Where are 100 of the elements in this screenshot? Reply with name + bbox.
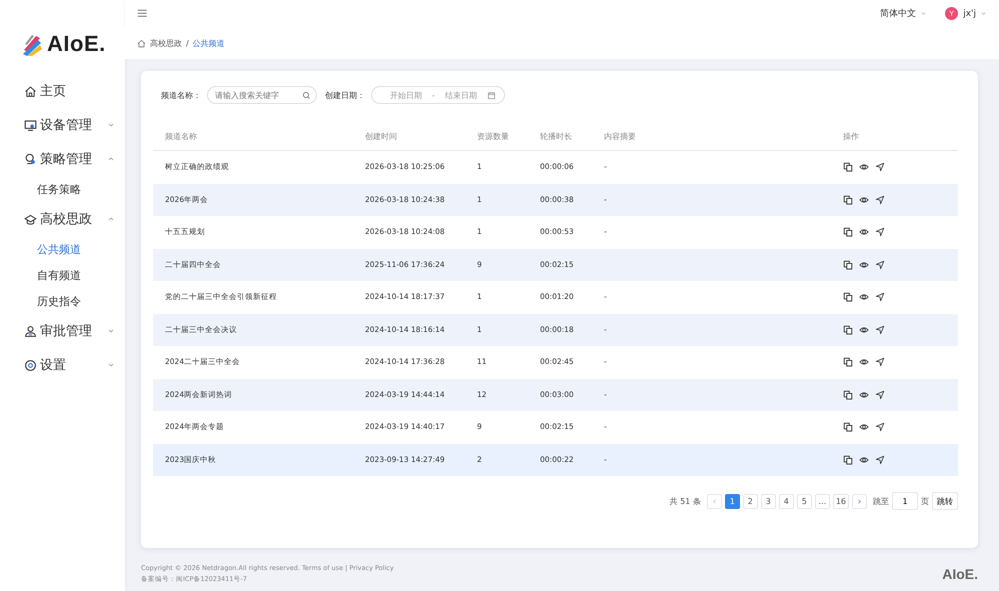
sidebar-subitem[interactable]: 公共频道 bbox=[0, 236, 125, 262]
send-button[interactable] bbox=[875, 227, 885, 238]
calendar-icon bbox=[486, 90, 496, 100]
eye-button[interactable] bbox=[859, 454, 869, 465]
chevron-right-icon bbox=[856, 498, 863, 504]
eye-button[interactable] bbox=[859, 292, 869, 302]
eye-button[interactable] bbox=[859, 324, 869, 335]
user-name[interactable]: jx'j bbox=[963, 8, 976, 18]
send-icon bbox=[875, 357, 885, 368]
copy-icon bbox=[843, 292, 853, 302]
copy-icon bbox=[843, 227, 853, 238]
eye-button[interactable] bbox=[859, 194, 869, 205]
eye-button[interactable] bbox=[859, 390, 869, 400]
send-icon bbox=[875, 454, 885, 465]
send-icon bbox=[875, 227, 885, 238]
send-button[interactable] bbox=[875, 292, 885, 302]
send-icon bbox=[875, 324, 885, 335]
eye-icon bbox=[859, 292, 869, 302]
column-header: 频道名称 bbox=[165, 132, 198, 142]
eye-icon bbox=[859, 194, 869, 205]
copy-button[interactable] bbox=[843, 292, 853, 302]
send-button[interactable] bbox=[875, 454, 885, 465]
page-button[interactable]: 5 bbox=[796, 494, 812, 508]
send-button[interactable] bbox=[875, 194, 885, 205]
page-button[interactable]: 1 bbox=[724, 494, 740, 508]
breadcrumb-separator: / bbox=[186, 38, 189, 48]
copy-button[interactable] bbox=[843, 324, 853, 335]
chevron-down-icon bbox=[920, 10, 928, 17]
home-icon bbox=[24, 84, 37, 98]
send-button[interactable] bbox=[875, 357, 885, 368]
logo-text: AIoE. bbox=[47, 31, 106, 57]
sidebar-item[interactable]: 主页 bbox=[0, 74, 125, 108]
copy-button[interactable] bbox=[843, 390, 853, 400]
column-header: 轮播时长 bbox=[540, 132, 573, 142]
eye-button[interactable] bbox=[859, 162, 869, 172]
sidebar-subitem[interactable]: 自有频道 bbox=[0, 262, 125, 288]
eye-button[interactable] bbox=[859, 227, 869, 238]
page-input[interactable]: 1 bbox=[892, 492, 918, 510]
sidebar-item[interactable]: 审批管理 bbox=[0, 314, 125, 348]
send-icon bbox=[875, 260, 885, 270]
chevron-down-icon bbox=[107, 121, 115, 129]
sidebar-item[interactable]: 设备管理 bbox=[0, 108, 125, 142]
page-button[interactable]: 16 bbox=[832, 494, 849, 508]
send-button[interactable] bbox=[875, 324, 885, 335]
copy-button[interactable] bbox=[843, 162, 853, 172]
chevron-up-icon bbox=[107, 155, 115, 163]
footer-logo: AIoE. bbox=[942, 566, 978, 582]
copy-button[interactable] bbox=[843, 454, 853, 465]
copy-icon bbox=[843, 357, 853, 368]
copy-button[interactable] bbox=[843, 260, 853, 270]
copy-button[interactable] bbox=[843, 227, 853, 238]
send-button[interactable] bbox=[875, 260, 885, 270]
page-button[interactable]: … bbox=[814, 494, 830, 508]
chevron-down-icon bbox=[107, 327, 115, 335]
send-icon bbox=[875, 292, 885, 302]
graduation-cap-icon bbox=[24, 212, 37, 226]
copy-icon bbox=[843, 260, 853, 270]
send-button[interactable] bbox=[875, 162, 885, 172]
send-button[interactable] bbox=[875, 390, 885, 400]
breadcrumb-item[interactable]: 高校思政 bbox=[150, 38, 182, 48]
copy-icon bbox=[843, 324, 853, 335]
copy-icon bbox=[843, 162, 853, 172]
send-icon bbox=[875, 194, 885, 205]
send-button[interactable] bbox=[875, 422, 885, 432]
column-header: 创建时间 bbox=[365, 132, 398, 142]
page-button[interactable]: 2 bbox=[742, 494, 758, 508]
sidebar-item[interactable]: 设置 bbox=[0, 348, 125, 382]
bulb-icon bbox=[24, 152, 37, 166]
eye-icon bbox=[859, 454, 869, 465]
sidebar-subitem[interactable]: 历史指令 bbox=[0, 288, 125, 314]
field-label: 频道名称： bbox=[161, 90, 201, 100]
language-select[interactable]: 简体中文 bbox=[880, 7, 928, 20]
eye-button[interactable] bbox=[859, 260, 869, 270]
home-icon bbox=[137, 38, 146, 48]
column-header: 资源数量 bbox=[477, 132, 510, 142]
search-icon bbox=[302, 90, 311, 100]
eye-button[interactable] bbox=[859, 357, 869, 368]
send-icon bbox=[875, 422, 885, 432]
sidebar-item[interactable]: 策略管理 bbox=[0, 142, 125, 176]
send-icon bbox=[875, 390, 885, 400]
jump-button[interactable]: 跳转 bbox=[932, 492, 958, 510]
send-icon bbox=[875, 162, 885, 172]
copy-button[interactable] bbox=[843, 422, 853, 432]
column-header: 内容摘要 bbox=[604, 132, 637, 142]
eye-icon bbox=[859, 357, 869, 368]
sidebar-item[interactable]: 高校思政 bbox=[0, 202, 125, 236]
chevron-down-icon bbox=[107, 361, 115, 369]
sidebar-subitem[interactable]: 任务策略 bbox=[0, 176, 125, 202]
copy-button[interactable] bbox=[843, 357, 853, 368]
eye-icon bbox=[859, 162, 869, 172]
page-button[interactable]: 4 bbox=[778, 494, 794, 508]
eye-button[interactable] bbox=[859, 422, 869, 432]
copy-icon bbox=[843, 194, 853, 205]
page-button[interactable]: 3 bbox=[760, 494, 776, 508]
copy-button[interactable] bbox=[843, 194, 853, 205]
person-icon bbox=[24, 324, 37, 338]
menu-button[interactable] bbox=[137, 8, 149, 20]
eye-icon bbox=[859, 422, 869, 432]
search-field[interactable]: 请输入搜索关键字 bbox=[207, 86, 317, 104]
copy-icon bbox=[843, 422, 853, 432]
